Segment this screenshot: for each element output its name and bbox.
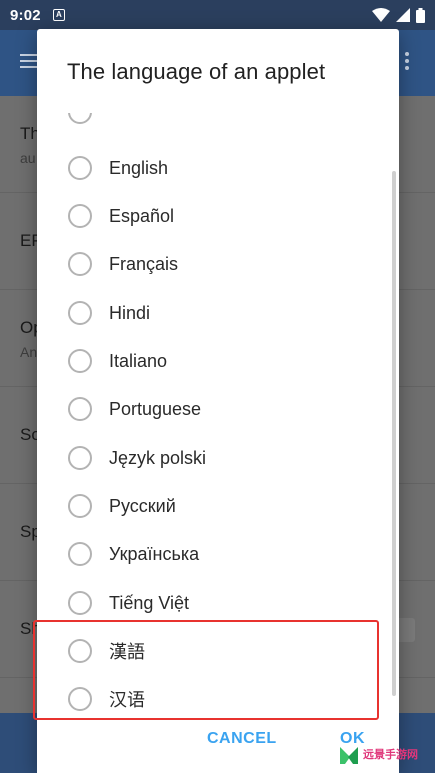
option-label: Русский (109, 495, 176, 516)
language-option-espanol[interactable]: Español (37, 192, 399, 240)
language-option-simplified-chinese[interactable]: 汉语 (37, 675, 399, 713)
cancel-button[interactable]: CANCEL (207, 723, 277, 755)
language-option-russian[interactable]: Русский (37, 482, 399, 530)
radio-button[interactable] (68, 397, 92, 421)
radio-button[interactable] (68, 446, 92, 470)
radio-button[interactable] (68, 349, 92, 373)
radio-button[interactable] (68, 687, 92, 711)
language-option-portuguese[interactable]: Portuguese (37, 385, 399, 433)
more-options-icon (405, 52, 409, 73)
language-option-traditional-chinese[interactable]: 漢語 (37, 627, 399, 675)
language-option-hindi[interactable]: Hindi (37, 289, 399, 337)
language-option-polski[interactable]: Język polski (37, 434, 399, 482)
option-label: Українська (109, 543, 200, 564)
cell-signal-icon (396, 8, 410, 22)
option-label: Español (109, 205, 175, 226)
option-label: English (109, 157, 169, 178)
status-bar: 9:02 A (0, 0, 435, 30)
option-label: 汉语 (109, 690, 145, 710)
settings-row-subtitle: au (20, 150, 36, 166)
watermark-logo-icon (340, 746, 358, 764)
language-option-italiano[interactable]: Italiano (37, 337, 399, 385)
option-label: 漢語 (109, 642, 145, 662)
language-option-francais[interactable]: Français (37, 240, 399, 288)
watermark-text: 远景手游网 (363, 748, 418, 761)
watermark: 远景手游网 (338, 736, 435, 773)
notification-icon: A (52, 9, 65, 21)
option-label: Tiếng Việt (109, 592, 190, 613)
option-label: Hindi (109, 302, 151, 323)
radio-button[interactable] (68, 639, 92, 663)
language-dialog: The language of an applet English Españo… (37, 29, 399, 773)
scrollbar[interactable] (392, 171, 396, 696)
language-options-list[interactable]: English Español Français Hindi Italiano … (37, 113, 399, 713)
dialog-title: The language of an applet (67, 59, 326, 84)
radio-button[interactable] (68, 113, 92, 124)
radio-button[interactable] (68, 301, 92, 325)
radio-button[interactable] (68, 156, 92, 180)
language-option-vietnamese[interactable]: Tiếng Việt (37, 579, 399, 627)
option-label: Język polski (109, 447, 207, 468)
radio-button[interactable] (68, 591, 92, 615)
radio-button[interactable] (68, 494, 92, 518)
option-label: Français (109, 253, 179, 274)
radio-button[interactable] (68, 204, 92, 228)
option-label: Italiano (109, 350, 168, 371)
language-option-english[interactable]: English (37, 144, 399, 192)
language-option-ukrainian[interactable]: Українська (37, 530, 399, 578)
wifi-icon (372, 8, 390, 22)
battery-icon (416, 7, 425, 23)
status-icons (372, 7, 425, 23)
settings-row-subtitle: An (20, 344, 38, 360)
radio-button[interactable] (68, 542, 92, 566)
option-label: Portuguese (109, 398, 202, 419)
radio-button[interactable] (68, 252, 92, 276)
status-time: 9:02 (10, 6, 41, 24)
